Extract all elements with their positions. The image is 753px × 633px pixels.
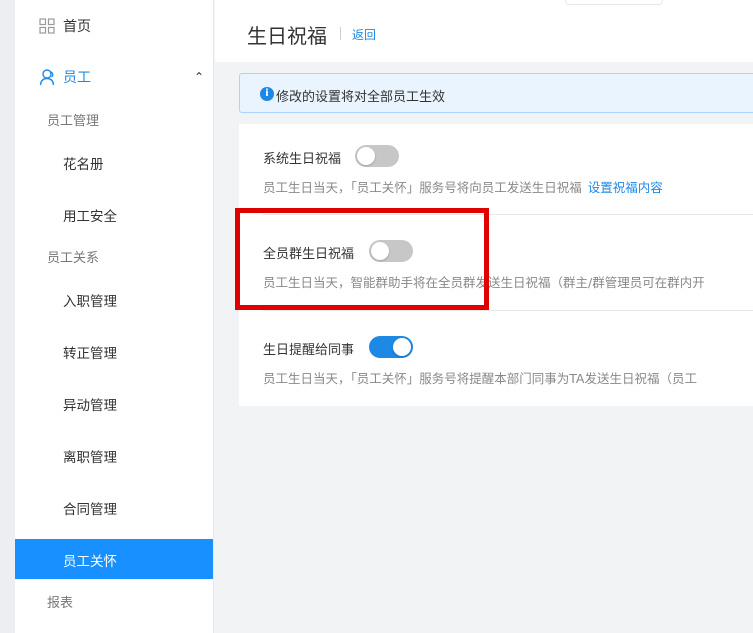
- left-edge-strip: [0, 0, 15, 633]
- sidebar-item-transfer[interactable]: 异动管理: [63, 394, 117, 414]
- sidebar: 首页 员工 ⌃ 员工管理 花名册 用工安全 员工关系 入职管理 转正管理 异动管…: [15, 0, 214, 633]
- toggle-knob: [393, 338, 411, 356]
- sidebar-item-care[interactable]: 员工关怀: [15, 539, 213, 579]
- setting-description: 员工生日当天，「员工关怀」服务号将向员工发送生日祝福 设置祝福内容: [263, 177, 663, 196]
- sidebar-item-care-label: 员工关怀: [63, 554, 117, 570]
- notice-text: 修改的设置将对全部员工生效: [276, 90, 446, 105]
- sidebar-group-management: 员工管理: [47, 114, 100, 129]
- sidebar-item-onboarding[interactable]: 入职管理: [63, 290, 117, 310]
- sidebar-item-home-label: 首页: [63, 19, 91, 35]
- sidebar-item-safety[interactable]: 用工安全: [63, 205, 117, 225]
- top-tab-edge: [565, 0, 663, 5]
- sidebar-item-roster[interactable]: 花名册: [63, 153, 104, 173]
- setting-description-text: 员工生日当天，「员工关怀」服务号将向员工发送生日祝福: [263, 180, 582, 195]
- sidebar-item-employee[interactable]: 员工 ⌃: [39, 66, 204, 88]
- sidebar-item-home[interactable]: 首页: [39, 16, 91, 36]
- sidebar-item-employee-label: 员工: [63, 70, 91, 86]
- setting-label: 系统生日祝福: [263, 152, 342, 167]
- divider: [263, 310, 753, 311]
- setting-description: 员工生日当天，「员工关怀」服务号将提醒本部门同事为TA发送生日祝福（员工: [263, 371, 697, 386]
- user-icon: [39, 68, 57, 86]
- sidebar-group-reports[interactable]: 报表: [47, 592, 73, 611]
- colleague-reminder-toggle[interactable]: [369, 336, 413, 358]
- info-notice: i 修改的设置将对全部员工生效: [239, 73, 753, 113]
- sidebar-item-regularization[interactable]: 转正管理: [63, 342, 117, 362]
- chevron-up-icon[interactable]: ⌃: [194, 70, 204, 84]
- title-divider: [340, 27, 341, 40]
- page-title: 生日祝福: [247, 24, 327, 48]
- grid-icon: [39, 18, 55, 34]
- system-birthday-toggle[interactable]: [355, 145, 399, 167]
- highlight-box: [235, 208, 489, 310]
- setting-label: 生日提醒给同事: [263, 343, 355, 358]
- back-link[interactable]: 返回: [352, 26, 376, 43]
- sidebar-group-relations: 员工关系: [47, 251, 100, 266]
- info-icon: i: [260, 87, 274, 101]
- sidebar-item-contract[interactable]: 合同管理: [63, 498, 117, 518]
- sidebar-item-resignation[interactable]: 离职管理: [63, 446, 117, 466]
- set-greeting-content-link[interactable]: 设置祝福内容: [588, 180, 663, 195]
- toggle-knob: [357, 147, 375, 165]
